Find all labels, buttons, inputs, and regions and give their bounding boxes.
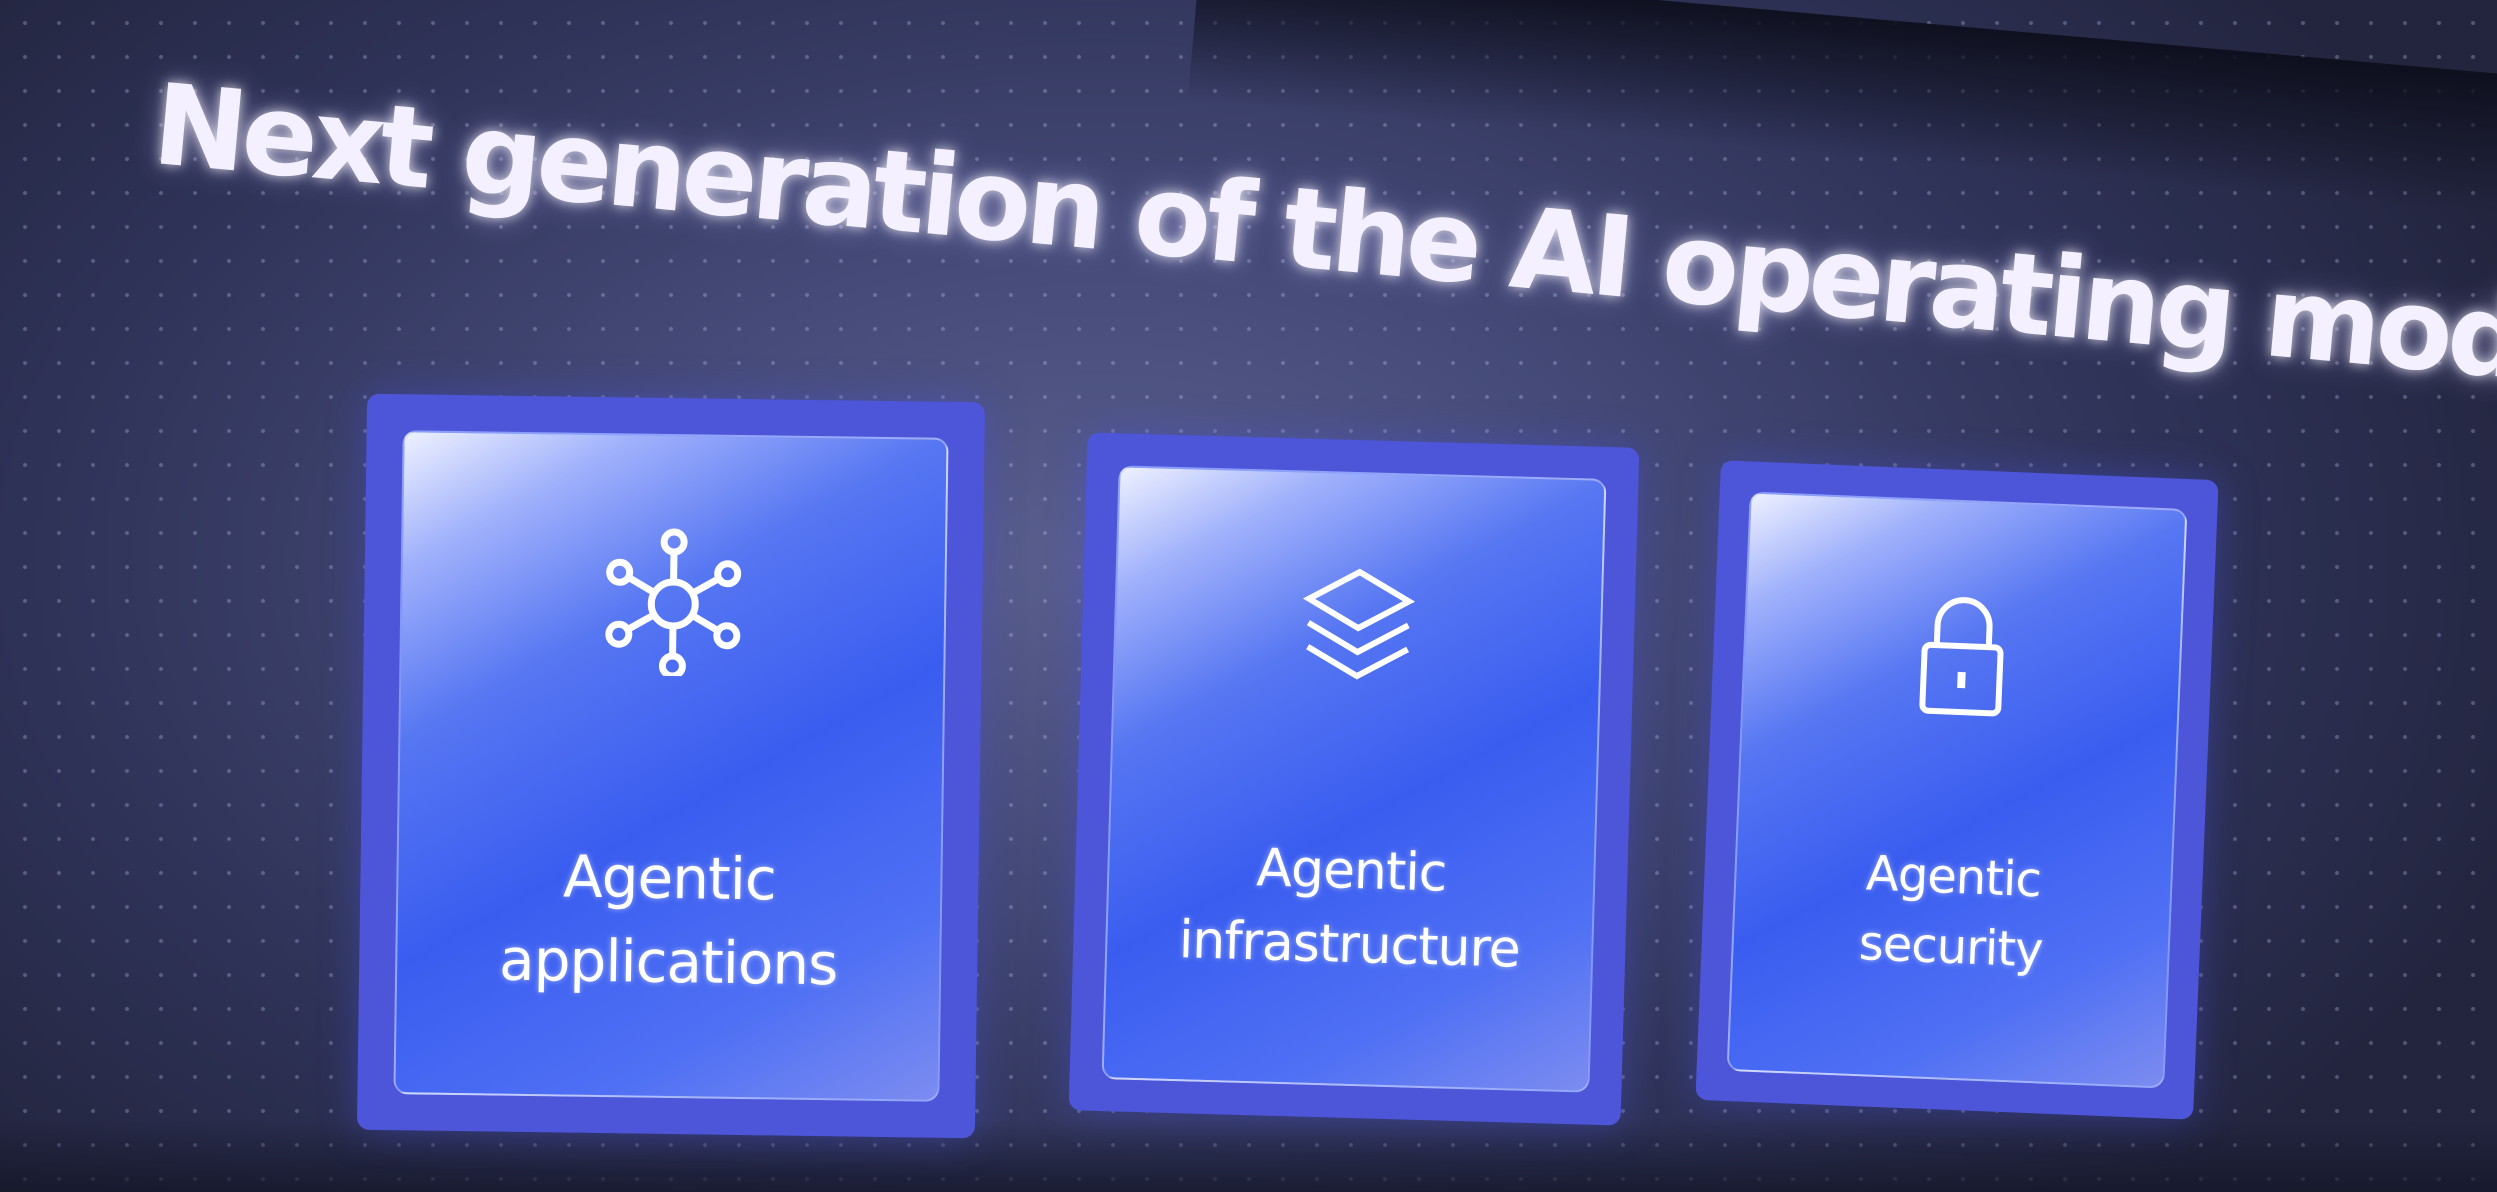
card-agentic-applications: Agentic applications xyxy=(356,393,986,1139)
card-label-line2: applications xyxy=(498,925,838,999)
presentation-screen: Next generation of the AI operating mode… xyxy=(0,0,2497,1192)
card-label: Agentic security xyxy=(1732,833,2171,990)
padlock-icon xyxy=(1919,597,2004,717)
card-label-line1: Agentic xyxy=(562,842,777,914)
slide-title: Next generation of the AI operating mode… xyxy=(148,60,2497,415)
network-hub-icon xyxy=(605,528,742,678)
card-panel: Agentic applications xyxy=(393,430,949,1102)
card-label: Agentic applications xyxy=(397,832,941,1008)
slide: Next generation of the AI operating mode… xyxy=(0,0,2497,1192)
card-agentic-infrastructure: Agentic infrastructure xyxy=(1068,432,1640,1126)
card-label-line1: Agentic xyxy=(1255,838,1448,904)
card-label: Agentic infrastructure xyxy=(1106,827,1594,988)
card-agentic-security: Agentic security xyxy=(1695,460,2219,1120)
card-panel: Agentic security xyxy=(1726,491,2188,1089)
card-panel: Agentic infrastructure xyxy=(1101,465,1607,1093)
stacked-layers-icon xyxy=(1302,568,1416,680)
card-label-line2: infrastructure xyxy=(1178,910,1521,980)
